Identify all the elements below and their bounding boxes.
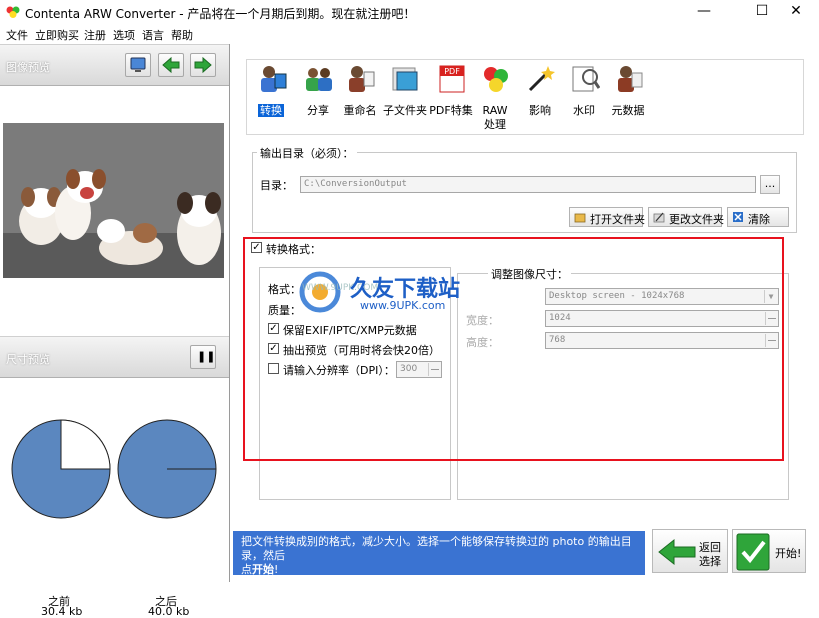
subfolder-icon	[392, 67, 418, 91]
title-bar: Contenta ARW Converter - 产品将在一个月期后到期。现在就…	[0, 0, 819, 24]
directory-input[interactable]: C:\ConversionOutput	[300, 176, 756, 193]
size-preview-title: 尺寸预览	[6, 353, 50, 366]
before-size-pie	[11, 419, 111, 519]
menu-options[interactable]: 选项	[113, 27, 135, 43]
size-comparison: 之前 30.4 kb 之后 40.0 kb	[0, 380, 229, 618]
arrow-left-icon	[162, 56, 180, 74]
convert-icon	[261, 66, 287, 92]
after-size: 40.0 kb	[148, 605, 190, 618]
help-text-bold: 开始	[252, 563, 274, 576]
metadata-icon	[618, 66, 643, 92]
effects-icon	[528, 66, 555, 92]
clear-label: 清除	[748, 213, 770, 226]
help-text-bar: 把文件转换成别的格式，减少大小。选择一个能够保存转换过的 photo 的输出目录…	[233, 531, 645, 577]
share-icon	[306, 68, 332, 91]
image-preview-title: 图像预览	[6, 61, 50, 74]
puppies-photo	[3, 123, 224, 278]
open-folder-label: 打开文件夹	[590, 213, 645, 226]
start-button[interactable]: 开始!	[732, 529, 806, 573]
tool-share[interactable]: 分享	[296, 60, 340, 136]
tool-metadata[interactable]: 元数据	[606, 60, 650, 136]
menu-buy[interactable]: 立即购买	[35, 27, 79, 43]
tool-rename[interactable]: 重命名	[338, 60, 382, 136]
clear-icon	[733, 212, 743, 222]
after-size-pie	[117, 419, 217, 519]
left-panel: 图像预览 尺寸预览 ❚❚ 之前 30.4 kb 之后 40.0 kb	[0, 44, 230, 618]
tool-convert[interactable]: 转换	[249, 60, 293, 136]
clear-button[interactable]: 清除	[727, 207, 789, 227]
browse-button[interactable]: ...	[760, 175, 780, 194]
help-text-pre: 点	[241, 563, 252, 576]
tool-raw-label-text: RAW 处理	[482, 104, 508, 131]
previous-image-button[interactable]	[158, 53, 184, 77]
pdf-icon: PDF	[439, 65, 465, 93]
app-logo-icon	[6, 6, 20, 18]
close-button[interactable]: ✕	[773, 0, 819, 24]
help-text-line1: 把文件转换成别的格式，减少大小。选择一个能够保存转换过的 photo 的输出目录…	[241, 535, 632, 562]
back-arrow-icon	[658, 538, 696, 566]
preview-mode-button[interactable]	[125, 53, 151, 77]
menu-language[interactable]: 语言	[142, 27, 164, 43]
pause-button[interactable]: ❚❚	[190, 345, 216, 369]
tool-effects[interactable]: 影响	[518, 60, 562, 136]
output-directory-title: 输出目录（必须）：	[257, 145, 357, 161]
start-label: 开始!	[775, 547, 802, 560]
image-preview-header: 图像预览	[0, 44, 229, 86]
tool-raw[interactable]: RAW 处理	[473, 60, 517, 136]
before-size: 30.4 kb	[41, 605, 83, 618]
tool-convert-label: 转换	[258, 104, 284, 117]
arrow-right-icon	[194, 56, 212, 74]
next-image-button[interactable]	[190, 53, 216, 77]
menu-help[interactable]: 帮助	[171, 27, 193, 43]
watermark-site-lower: www.9UPK.com	[360, 299, 446, 312]
menu-register[interactable]: 注册	[84, 27, 106, 43]
tool-metadata-label: 元数据	[611, 104, 645, 117]
menu-bar: 文件 立即购买 注册 选项 语言 帮助	[0, 24, 819, 44]
checkmark-icon	[736, 533, 770, 571]
change-folder-button[interactable]: 更改文件夹	[648, 207, 724, 227]
image-preview	[3, 123, 224, 278]
back-select-button[interactable]: 返回 选择	[652, 529, 728, 573]
size-preview-header: 尺寸预览 ❚❚	[0, 336, 229, 378]
rename-icon	[349, 66, 375, 92]
svg-text:PDF: PDF	[444, 67, 460, 76]
directory-label: 目录：	[260, 179, 293, 192]
watermark-icon	[572, 66, 600, 92]
window-title: Contenta ARW Converter - 产品将在一个月期后到期。现在就…	[25, 7, 416, 21]
monitor-icon	[130, 57, 146, 72]
minimize-button[interactable]: —	[681, 0, 727, 24]
help-text-post: !	[274, 563, 279, 576]
feature-toolbar: 转换 分享 重命名 子文件夹 PDF PDF特集 RAW 处理 影响 水印 元数…	[246, 59, 804, 135]
help-text-line2: 点开始!	[241, 563, 637, 577]
back-label-2: 选择	[699, 555, 721, 568]
change-folder-label: 更改文件夹	[669, 213, 724, 226]
pause-icon: ❚❚	[197, 350, 216, 363]
open-folder-button[interactable]: 打开文件夹	[569, 207, 645, 227]
raw-icon	[484, 67, 508, 92]
folder-edit-icon	[653, 212, 665, 223]
menu-file[interactable]: 文件	[6, 27, 28, 43]
site-watermark: WWW.9UPK.COM 久友下载站 www.9UPK.com	[298, 268, 498, 318]
folder-open-icon	[574, 213, 586, 223]
tool-subfolder[interactable]: 子文件夹	[383, 60, 427, 136]
before-pie-wedge	[60, 419, 111, 470]
tool-watermark[interactable]: 水印	[562, 60, 606, 136]
